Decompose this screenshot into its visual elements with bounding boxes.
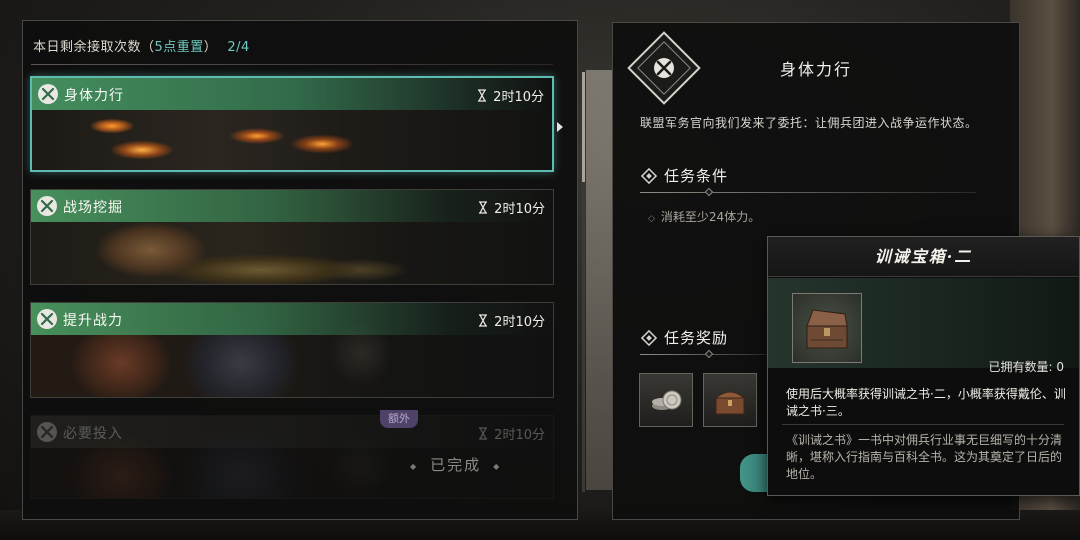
diamond-ornament-icon: ◆ xyxy=(410,461,419,471)
diamond-icon xyxy=(640,329,658,346)
reward-heading-text: 任务奖励 xyxy=(664,329,729,347)
accept-count-close: ） xyxy=(203,40,218,55)
scrollbar-thumb[interactable] xyxy=(582,72,585,182)
tooltip-title: 训诫宝箱·二 xyxy=(768,237,1079,277)
condition-value: 消耗至少24体力。 xyxy=(660,210,761,224)
background-pillar xyxy=(586,70,612,490)
condition-text: ◇ 消耗至少24体力。 xyxy=(648,208,760,225)
tooltip-divider xyxy=(782,424,1064,425)
quest-timer-text: 2时10分 xyxy=(494,202,545,217)
bullet-icon: ◇ xyxy=(648,214,655,224)
hourglass-icon xyxy=(479,314,488,327)
treasure-chest-icon xyxy=(714,391,746,415)
coins-icon xyxy=(652,390,682,410)
reward-divider xyxy=(640,349,770,359)
quest-card-battlefield-dig[interactable]: 战场挖掘 2时10分 xyxy=(30,189,554,285)
reward-slot-coins[interactable] xyxy=(639,373,693,427)
hourglass-icon xyxy=(479,201,488,214)
quest-title: 战场挖掘 xyxy=(63,200,123,216)
quest-card-body-practice[interactable]: 身体力行 2时10分 xyxy=(30,76,554,172)
treasure-chest-icon xyxy=(806,309,848,349)
accept-count-label: 本日剩余接取次数（ xyxy=(33,40,155,55)
quest-card-raise-power[interactable]: 提升战力 2时10分 xyxy=(30,302,554,398)
header-divider xyxy=(31,64,553,65)
tooltip-lore: 《训诫之书》一书中对佣兵行业事无巨细写的十分清晰，堪称入行指南与百科全书。这为其… xyxy=(786,433,1063,481)
quest-title: 必要投入 xyxy=(63,426,123,442)
extra-badge: 额外 xyxy=(380,410,418,428)
quest-timer-text: 2时10分 xyxy=(494,315,545,330)
quest-timer: 2时10分 xyxy=(478,311,545,330)
detail-description: 联盟军务官向我们发来了委托：让佣兵团进入战争运作状态。 xyxy=(640,116,978,130)
quest-timer: 2时10分 xyxy=(478,198,545,217)
quest-timer-text: 2时10分 xyxy=(494,428,545,443)
diamond-icon xyxy=(640,167,658,184)
diamond-ornament-icon: ◆ xyxy=(493,461,502,471)
reward-slot-chest[interactable] xyxy=(703,373,757,427)
condition-heading-text: 任务条件 xyxy=(664,167,729,185)
owned-count: 已拥有数量: 0 xyxy=(988,360,1065,374)
hourglass-icon xyxy=(478,89,487,102)
crossed-swords-icon xyxy=(38,84,58,104)
tooltip-description: 使用后大概率获得训诫之书·二，小概率获得戴伦、训诫之书·三。 xyxy=(786,387,1066,418)
quest-timer-text: 2时10分 xyxy=(493,90,544,105)
crossed-swords-icon xyxy=(37,422,57,442)
quest-title: 身体力行 xyxy=(64,88,124,104)
selected-arrow-icon xyxy=(557,122,563,132)
quest-timer: 2时10分 xyxy=(477,86,544,105)
quest-title: 提升战力 xyxy=(63,313,123,329)
quest-list-panel: 本日剩余接取次数（5点重置） 2/4 身体力行 2时10分 战场挖掘 2时10分 xyxy=(22,20,578,520)
quest-timer: 2时10分 xyxy=(478,424,545,443)
detail-title: 身体力行 xyxy=(780,60,853,79)
accept-count-value: 2/4 xyxy=(227,40,250,55)
reset-hint: 5点重置 xyxy=(154,40,204,55)
crossed-swords-icon xyxy=(654,58,674,78)
daily-accept-count: 本日剩余接取次数（5点重置） 2/4 xyxy=(33,36,250,55)
hourglass-icon xyxy=(479,427,488,440)
tooltip-item-frame xyxy=(792,293,862,363)
reward-heading: 任务奖励 xyxy=(640,327,728,348)
crossed-swords-icon xyxy=(37,309,57,329)
crossed-swords-icon xyxy=(37,196,57,216)
condition-heading: 任务条件 xyxy=(640,165,728,186)
completed-text: 已完成 xyxy=(430,456,482,474)
condition-divider xyxy=(640,187,976,197)
completed-label: ◆ 已完成 ◆ xyxy=(398,454,513,475)
